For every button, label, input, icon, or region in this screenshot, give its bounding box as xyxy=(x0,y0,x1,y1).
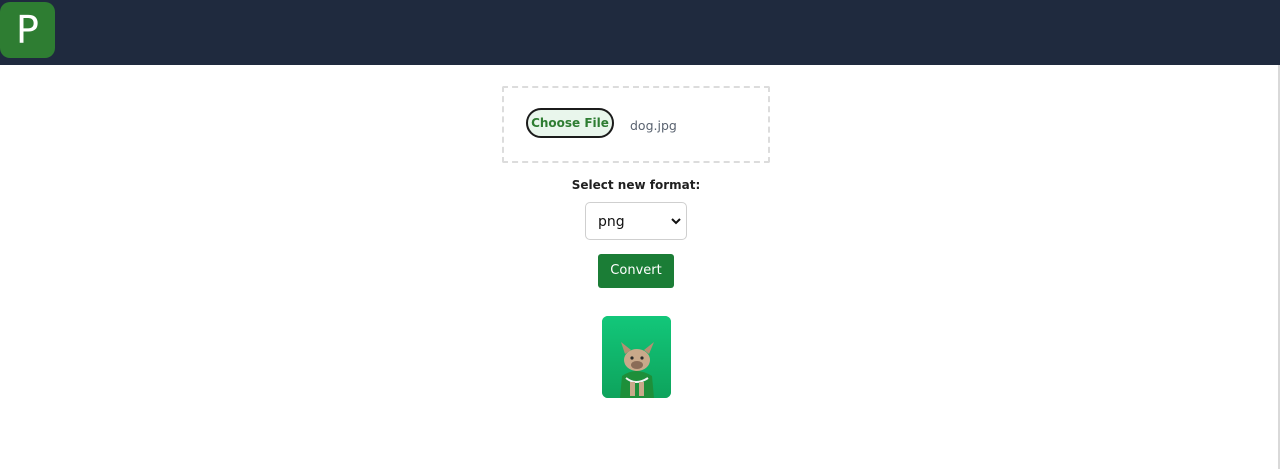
dog-image-icon xyxy=(602,316,671,398)
app-logo[interactable]: P xyxy=(0,2,55,58)
file-dropzone[interactable]: Choose File dog.jpg xyxy=(502,86,770,163)
convert-button[interactable]: Convert xyxy=(598,254,674,288)
format-select[interactable]: png xyxy=(585,202,687,240)
chevron-down-icon xyxy=(671,218,681,225)
top-nav-bar: P xyxy=(0,0,1280,65)
format-select-value: png xyxy=(598,214,625,230)
converted-image-preview xyxy=(602,316,671,398)
choose-file-button[interactable]: Choose File xyxy=(526,108,614,138)
selected-file-name: dog.jpg xyxy=(630,118,677,133)
format-select-label: Select new format: xyxy=(571,178,701,192)
